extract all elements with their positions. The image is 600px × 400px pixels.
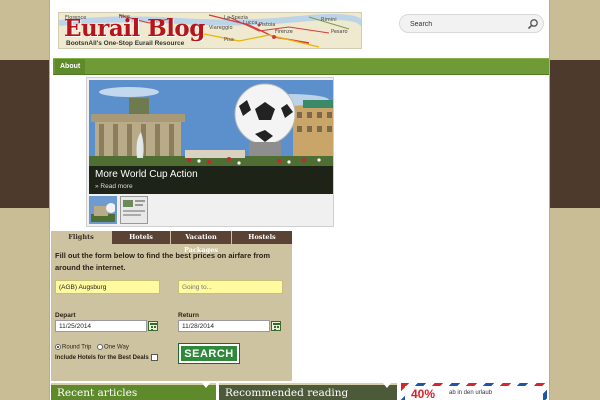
read-more-link[interactable]: » Read more [95, 183, 133, 190]
search-box [399, 14, 544, 33]
site-logo[interactable]: Florence Nice La Spezia Lucca Pistoia Vi… [58, 12, 362, 49]
map-label: Pistoia [259, 22, 276, 28]
round-trip-label: Round Trip [62, 344, 92, 351]
ad-percent: 40% [411, 387, 436, 400]
trip-type-options: Round Trip One Way [55, 344, 129, 351]
search-flights-button[interactable]: SEARCH [178, 343, 240, 364]
depart-label: Depart [55, 312, 76, 319]
include-hotels-checkbox[interactable] [150, 354, 158, 361]
featured-slideshow: More World Cup Action » Read more [86, 77, 334, 227]
map-label: Pisa [224, 37, 234, 43]
nav-item-about[interactable]: About [55, 59, 86, 74]
recommended-reading-header: Recommended reading [219, 383, 397, 400]
notch-decoration [383, 383, 391, 388]
one-way-label: One Way [104, 344, 129, 351]
map-label: Lucca [243, 20, 258, 26]
recent-articles-header: Recent articles [51, 383, 216, 400]
slide-title[interactable]: More World Cup Action [95, 169, 198, 180]
page-container: Florence Nice La Spezia Lucca Pistoia Vi… [49, 0, 550, 400]
recommended-reading-title: Recommended reading [225, 387, 349, 399]
flight-search-widget: Flights Hotels Vacation Packages Hostels… [51, 231, 292, 381]
logo-tagline: BootsnAll's One-Stop Eurail Resource [66, 40, 185, 47]
magnifier-icon [527, 19, 538, 30]
ad-text: ab in den urlaub [449, 390, 493, 396]
search-input[interactable] [410, 18, 520, 30]
thumbnail-image [121, 197, 147, 223]
map-label: Pesaro [331, 29, 348, 35]
slide-caption: More World Cup Action » Read more [89, 166, 333, 194]
return-date-field[interactable] [178, 320, 270, 332]
tab-flights[interactable]: Flights [51, 231, 111, 244]
tab-vacation-packages[interactable]: Vacation Packages [170, 231, 231, 254]
tab-hotels[interactable]: Hotels [111, 231, 170, 244]
slide-thumbnail[interactable] [120, 196, 148, 224]
widget-intro: Fill out the form below to find the best… [55, 251, 271, 272]
notch-decoration [202, 383, 210, 388]
round-trip-radio[interactable] [55, 344, 61, 350]
recent-articles-title: Recent articles [57, 387, 138, 399]
ad-content: 40% ab in den urlaub [405, 386, 543, 400]
search-submit-button[interactable] [527, 18, 539, 30]
calendar-glyph [150, 323, 158, 331]
slide-thumbnail[interactable] [89, 196, 117, 224]
calendar-glyph [273, 323, 281, 331]
widget-tabs: Flights Hotels Vacation Packages Hostels [51, 231, 292, 254]
logo-title: Eurail Blog [64, 15, 205, 42]
calendar-icon[interactable] [148, 321, 158, 331]
map-label: Rimini [321, 17, 337, 23]
thumbnail-image [91, 198, 115, 222]
include-hotels-label: Include Hotels for the Best Deals [55, 355, 149, 362]
advertisement-banner[interactable]: 40% ab in den urlaub [401, 383, 547, 400]
calendar-icon[interactable] [271, 321, 281, 331]
tab-hostels[interactable]: Hostels [231, 231, 292, 244]
map-label: Firenze [275, 29, 293, 35]
include-hotels-option: Include Hotels for the Best Deals [55, 354, 158, 361]
one-way-radio[interactable] [97, 344, 104, 350]
to-airport-field[interactable] [178, 280, 283, 294]
depart-date-field[interactable] [55, 320, 147, 332]
main-nav: About [53, 58, 549, 75]
return-label: Return [178, 312, 199, 319]
map-label: Viareggio [209, 25, 233, 31]
from-airport-field[interactable] [55, 280, 160, 294]
